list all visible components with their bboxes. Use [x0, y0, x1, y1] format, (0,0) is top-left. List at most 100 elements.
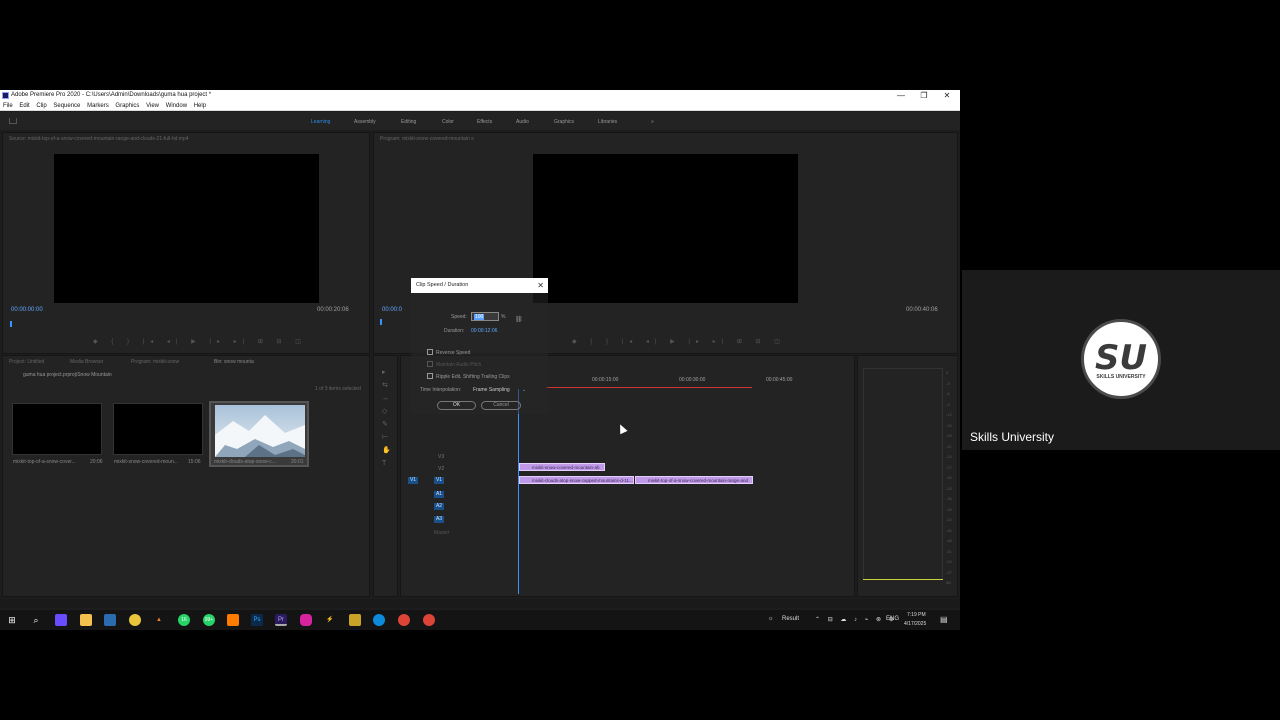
- workspace-libraries[interactable]: Libraries: [598, 119, 617, 125]
- menu-edit[interactable]: Edit: [19, 103, 29, 109]
- reverse-speed-checkbox[interactable]: [427, 349, 433, 355]
- workspace-effects[interactable]: Effects: [477, 119, 492, 125]
- track-a2-label[interactable]: A2: [434, 503, 444, 510]
- menu-sequence[interactable]: Sequence: [53, 103, 80, 109]
- project-item-thumb-2[interactable]: [113, 403, 203, 455]
- menu-view[interactable]: View: [146, 103, 159, 109]
- logo-subtitle: SKILLS UNIVERSITY: [1096, 374, 1146, 380]
- source-timecode-current[interactable]: 00:00:00:00: [11, 307, 43, 313]
- duration-value[interactable]: 00:00:12:06: [471, 328, 497, 334]
- time-interp-label: Time Interpolation:: [420, 387, 462, 393]
- chevron-down-icon[interactable]: ⌄: [522, 387, 526, 393]
- tab-project[interactable]: Project: Untitled: [9, 359, 44, 365]
- edge-icon[interactable]: [373, 614, 385, 626]
- clip-speed-dialog: Clip Speed / Duration ✕ Speed: 100 % ⛓ D…: [411, 278, 548, 414]
- project-item-name-2: mixkit-snow-covered-moun...: [114, 459, 178, 465]
- project-item-thumb-1[interactable]: [12, 403, 102, 455]
- track-v1-label[interactable]: V1: [434, 477, 444, 484]
- workspace-editing[interactable]: Editing: [401, 119, 416, 125]
- menu-file[interactable]: File: [3, 103, 13, 109]
- vlc-icon[interactable]: ▲: [153, 614, 165, 626]
- maximize-button[interactable]: ❐: [912, 90, 936, 101]
- master-track-label[interactable]: Master: [434, 530, 449, 536]
- tools-panel: ▸ ⇆ ↔ ◇ ✎ ⊢ ✋ T: [373, 355, 398, 597]
- meter-scale-label: 0: [946, 370, 949, 375]
- dialog-close-icon[interactable]: ✕: [537, 278, 544, 293]
- store-icon[interactable]: [104, 614, 116, 626]
- tab-media-browser[interactable]: Media Browser: [70, 359, 103, 365]
- clip-v2[interactable]: mixkit-snow-covered-mountain-ab: [519, 463, 605, 471]
- track-a1-label[interactable]: A1: [434, 491, 444, 498]
- cancel-button[interactable]: Cancel: [481, 401, 521, 410]
- copilot-icon[interactable]: [55, 614, 67, 626]
- language-indicator[interactable]: ENG: [886, 616, 899, 622]
- workspace-audio[interactable]: Audio: [516, 119, 529, 125]
- maintain-audio-checkbox[interactable]: [427, 361, 433, 367]
- notification-icon[interactable]: ▤: [940, 615, 948, 624]
- project-item-thumb-3-selected[interactable]: mixkit-clouds-atop-snow-c... 20:01: [209, 401, 309, 467]
- instagram-icon[interactable]: [300, 614, 312, 626]
- program-timecode-current[interactable]: 00:00:0: [382, 307, 402, 313]
- menu-markers[interactable]: Markers: [87, 103, 109, 109]
- chrome-profile-icon[interactable]: [398, 614, 410, 626]
- track-a3-label[interactable]: A3: [434, 516, 444, 523]
- source-playhead[interactable]: [10, 321, 12, 327]
- workspace-graphics[interactable]: Graphics: [554, 119, 574, 125]
- app-icon[interactable]: ⚡: [324, 614, 336, 626]
- windows-start-icon[interactable]: ⊞: [6, 614, 18, 626]
- menu-help[interactable]: Help: [194, 103, 206, 109]
- menu-graphics[interactable]: Graphics: [115, 103, 139, 109]
- program-monitor-title[interactable]: Program: mixkit-snow-covered-mountain ≡: [380, 136, 474, 142]
- project-panel: Project: Untitled Media Browser Program:…: [2, 355, 370, 597]
- workspace-learning[interactable]: Learning: [311, 119, 330, 125]
- chrome-icon[interactable]: [129, 614, 141, 626]
- workspace-color[interactable]: Color: [442, 119, 454, 125]
- track-v3-label[interactable]: V3: [438, 454, 444, 460]
- program-transport-controls[interactable]: ◆ { } |◂ ◂| ▶ |▸ ▸| ⊞ ⊟ ◫: [572, 338, 786, 348]
- tray-icons[interactable]: ⌃ ⊟ ☁ ♪ ⌁ ⊗ ⊕: [815, 616, 897, 623]
- winrar-icon[interactable]: [349, 614, 361, 626]
- workspace-more[interactable]: »: [651, 119, 654, 125]
- meter-scale-label: -36: [946, 496, 952, 501]
- audio-meter-panel: 0 -3 -6 -9 -12 -15 -18 -21 -24 -27 -30 -33 -36 -39 -42…: [857, 355, 958, 597]
- tab-bin[interactable]: Bin: snow mounta: [214, 359, 254, 365]
- weather-icon[interactable]: ☼: [768, 616, 774, 622]
- link-icon[interactable]: ⛓: [515, 316, 523, 323]
- source-patch-v1[interactable]: V1: [408, 477, 418, 484]
- search-icon[interactable]: ⌕: [30, 614, 42, 626]
- chrome-profile-2-icon[interactable]: [423, 614, 435, 626]
- clock-date[interactable]: 4/17/2025: [904, 621, 926, 627]
- track-v2-label[interactable]: V2: [438, 466, 444, 472]
- whatsapp-icon[interactable]: 16: [178, 614, 190, 626]
- source-transport-controls[interactable]: ◆ { } |◂ ◂| ▶ |▸ ▸| ⊞ ⊟ ◫: [93, 338, 307, 348]
- program-playhead[interactable]: [380, 319, 382, 325]
- meter-scale-label: -9: [946, 401, 950, 407]
- clip-v1-b[interactable]: mixkit-top-of-a-snow-covered-mountain-ra…: [635, 476, 753, 484]
- timeline-playhead[interactable]: [518, 389, 519, 594]
- file-explorer-icon[interactable]: [80, 614, 92, 626]
- clock-time[interactable]: 7:19 PM: [907, 612, 926, 618]
- reverse-speed-label: Reverse Speed: [436, 350, 471, 356]
- tool-icons[interactable]: ▸ ⇆ ↔ ◇ ✎ ⊢ ✋ T: [382, 366, 391, 470]
- close-window-button[interactable]: ✕: [935, 90, 959, 101]
- minimize-button[interactable]: —: [889, 90, 913, 101]
- meter-scale-label: -57: [946, 569, 952, 575]
- speed-input[interactable]: 100: [471, 312, 499, 321]
- whatsapp-business-icon[interactable]: 99+: [203, 614, 215, 626]
- tab-program[interactable]: Program: mixkit-snow: [131, 359, 179, 365]
- project-item-duration-3: 20:01: [291, 459, 304, 465]
- source-monitor-title[interactable]: Source: mixkit-top-of-a-snow-covered-mou…: [9, 136, 189, 142]
- ok-button[interactable]: OK: [437, 401, 476, 410]
- illustrator-icon[interactable]: [227, 614, 239, 626]
- dialog-title: Clip Speed / Duration ✕: [411, 278, 548, 293]
- clip-v1-a[interactable]: mixkit-clouds-atop-snow-capped-mountains…: [519, 476, 634, 484]
- home-icon[interactable]: [9, 118, 17, 124]
- photoshop-icon[interactable]: Ps: [251, 614, 263, 626]
- ripple-edit-checkbox[interactable]: [427, 373, 433, 379]
- weather-label[interactable]: Result: [782, 616, 799, 622]
- workspace-assembly[interactable]: Assembly: [354, 119, 376, 125]
- time-interp-select[interactable]: Frame Sampling: [473, 387, 510, 393]
- menu-clip[interactable]: Clip: [36, 103, 46, 109]
- menu-window[interactable]: Window: [166, 103, 187, 109]
- premiere-taskbar-icon[interactable]: Pr: [275, 614, 287, 626]
